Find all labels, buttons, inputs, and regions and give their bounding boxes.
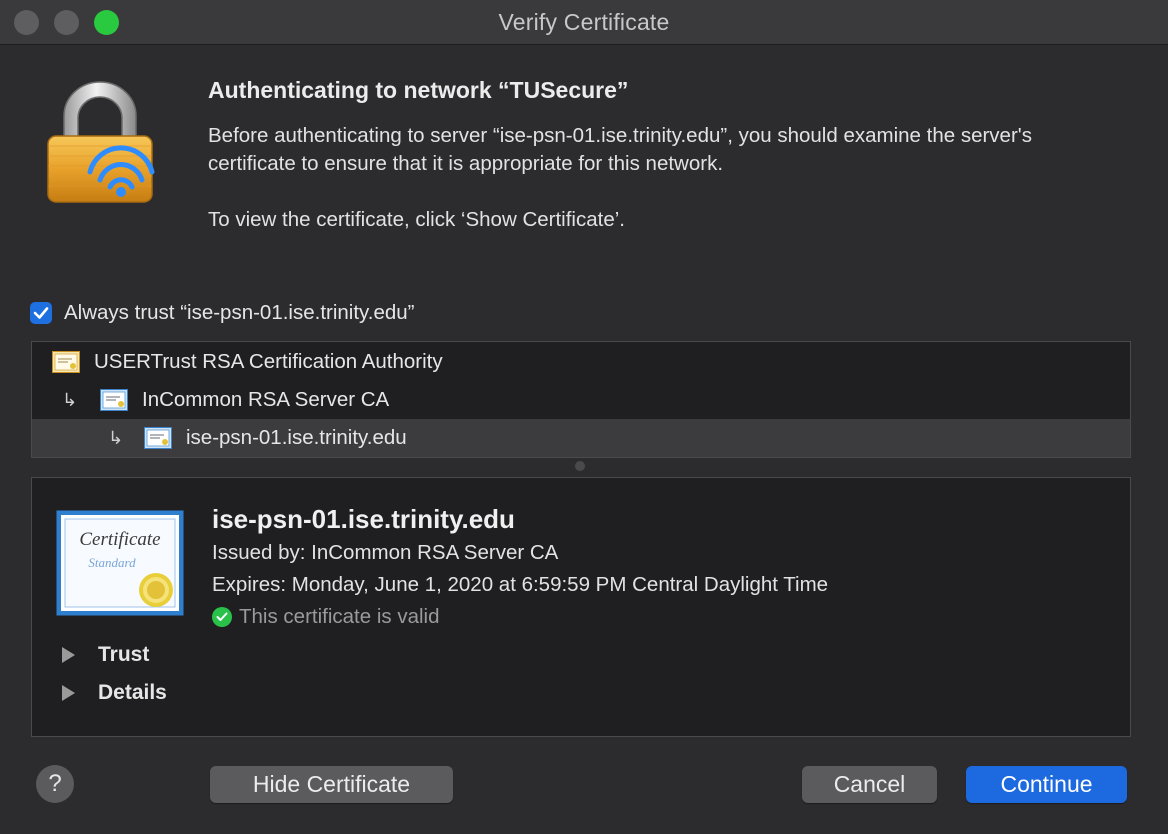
- trust-disclosure[interactable]: Trust: [62, 643, 149, 667]
- dialog-heading: Authenticating to network “TUSecure”: [208, 77, 629, 103]
- certificate-icon: Certificate Standard: [56, 510, 184, 616]
- chain-item-label: USERTrust RSA Certification Authority: [94, 350, 443, 373]
- padlock-wifi-icon: [47, 81, 155, 203]
- chain-item-leaf-selected[interactable]: ↳ ise-psn-01.ise.trinity.edu: [32, 419, 1130, 457]
- certificate-image-title: Certificate: [79, 529, 160, 550]
- continue-button[interactable]: Continue: [966, 766, 1127, 803]
- cancel-button[interactable]: Cancel: [802, 766, 937, 803]
- checkmark-icon: [33, 307, 49, 319]
- certificate-name: ise-psn-01.ise.trinity.edu: [212, 504, 515, 534]
- certificate-status: This certificate is valid: [212, 605, 440, 629]
- title-bar: Verify Certificate: [0, 0, 1168, 45]
- chain-arrow-icon: ↳: [62, 389, 78, 410]
- hide-certificate-button[interactable]: Hide Certificate: [210, 766, 453, 803]
- certificate-issuer: Issued by: InCommon RSA Server CA: [212, 541, 559, 564]
- always-trust-checkbox[interactable]: [30, 302, 52, 324]
- instruction-text: To view the certificate, click ‘Show Cer…: [208, 208, 625, 231]
- disclosure-triangle-icon: [62, 685, 75, 701]
- chain-item-label: InCommon RSA Server CA: [142, 388, 390, 411]
- leaf-certificate-icon: [144, 427, 172, 449]
- chain-item-root[interactable]: USERTrust RSA Certification Authority: [32, 343, 1130, 381]
- certificate-image-subtitle: Standard: [88, 555, 136, 570]
- trust-label: Trust: [98, 643, 150, 666]
- certificate-status-text: This certificate is valid: [239, 605, 440, 628]
- disclosure-triangle-icon: [62, 647, 75, 663]
- details-disclosure[interactable]: Details: [62, 681, 167, 705]
- split-view-handle[interactable]: [575, 461, 585, 471]
- valid-check-icon: [212, 607, 232, 627]
- explanation-text: Before authenticating to server “ise-psn…: [208, 124, 1032, 175]
- root-certificate-icon: [52, 351, 80, 373]
- always-trust-row: Always trust “ise-psn-01.ise.trinity.edu…: [30, 300, 415, 326]
- chain-item-intermediate[interactable]: ↳ InCommon RSA Server CA: [32, 381, 1130, 419]
- certificate-chain-list: USERTrust RSA Certification Authority ↳ …: [31, 341, 1131, 458]
- chain-item-label: ise-psn-01.ise.trinity.edu: [186, 426, 407, 449]
- help-button[interactable]: ?: [36, 765, 74, 803]
- window-title: Verify Certificate: [498, 9, 670, 35]
- certificate-expiry: Expires: Monday, June 1, 2020 at 6:59:59…: [212, 573, 829, 596]
- intermediate-certificate-icon: [100, 389, 128, 411]
- always-trust-label[interactable]: Always trust “ise-psn-01.ise.trinity.edu…: [64, 301, 415, 325]
- details-label: Details: [98, 681, 167, 704]
- chain-arrow-icon: ↳: [108, 427, 124, 448]
- certificate-detail-panel: Certificate Standard ise-psn-01.ise.trin…: [31, 477, 1131, 737]
